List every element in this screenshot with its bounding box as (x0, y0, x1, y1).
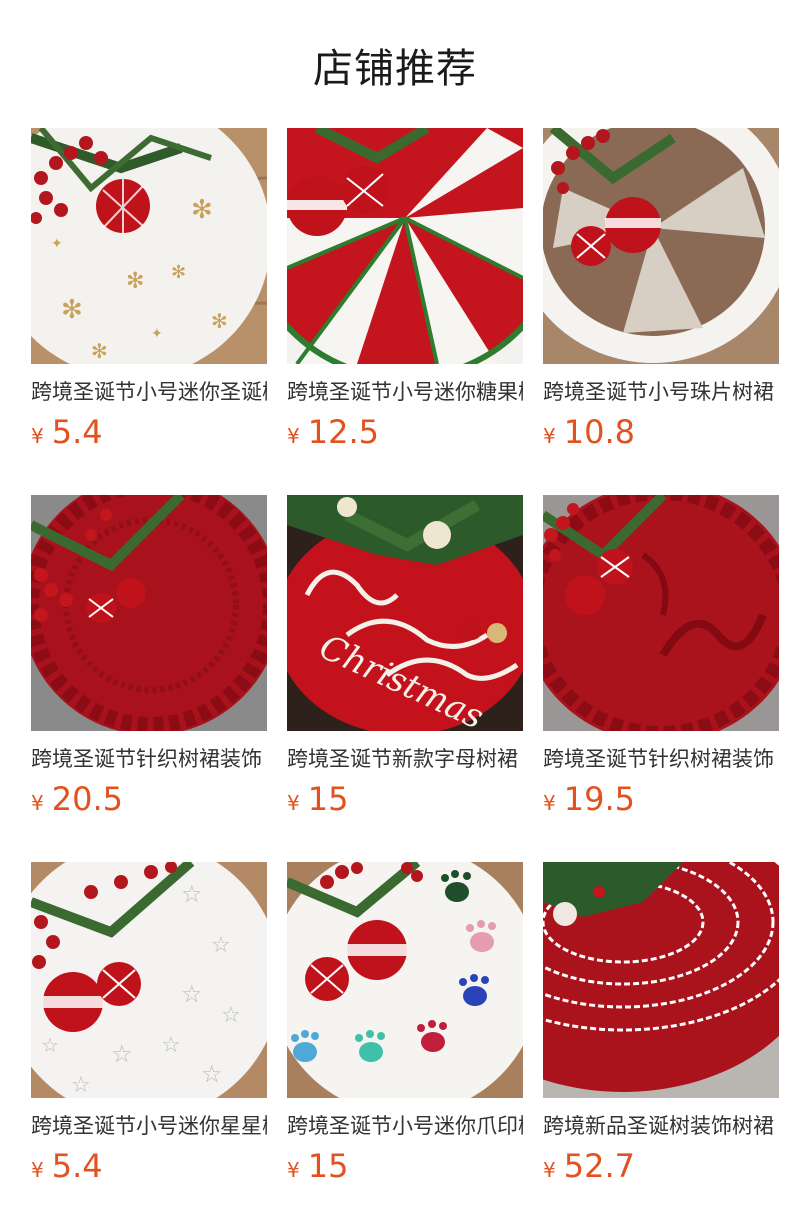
product-name[interactable]: 跨境圣诞节针织树裙装饰 (543, 745, 779, 773)
currency-symbol: ¥ (543, 424, 556, 448)
svg-text:☆: ☆ (71, 1073, 91, 1098)
currency-symbol: ¥ (287, 791, 300, 815)
price-amount: 5.4 (51, 413, 103, 451)
currency-symbol: ¥ (31, 791, 44, 815)
svg-text:☆: ☆ (111, 1040, 133, 1068)
svg-text:☆: ☆ (201, 1060, 223, 1088)
currency-symbol: ¥ (543, 791, 556, 815)
product-name[interactable]: 跨境新品圣诞树装饰树裙 (543, 1112, 779, 1140)
product-price: ¥15 (287, 779, 523, 825)
product-image[interactable]: ☆ ☆ ☆ ☆ ☆ ☆ ☆ ☆ ☆ (31, 862, 267, 1098)
currency-symbol: ¥ (287, 424, 300, 448)
product-price: ¥15 (287, 1146, 523, 1192)
price-amount: 19.5 (563, 780, 635, 818)
product-name[interactable]: 跨境圣诞节小号迷你爪印树裙 (287, 1112, 523, 1140)
svg-text:✻: ✻ (191, 195, 213, 225)
product-image[interactable]: Christmas (287, 495, 523, 731)
product-image[interactable] (287, 862, 523, 1098)
product-image[interactable] (31, 495, 267, 731)
price-amount: 12.5 (307, 413, 379, 451)
product-image[interactable]: ✻ ✻ ✻ ✻ ✻ ✻ ✦ ✦ (31, 128, 267, 364)
product-card[interactable]: 跨境圣诞节针织树裙装饰 ¥20.5 (31, 495, 267, 825)
product-price: ¥10.8 (543, 412, 779, 458)
product-image[interactable] (543, 128, 779, 364)
product-card[interactable]: 跨境新品圣诞树装饰树裙 ¥52.7 (543, 862, 779, 1192)
currency-symbol: ¥ (287, 1158, 300, 1182)
product-card[interactable]: ☆ ☆ ☆ ☆ ☆ ☆ ☆ ☆ ☆ 跨境圣诞节小号迷你星星树裙 ¥5.4 (31, 862, 267, 1192)
product-image[interactable] (543, 495, 779, 731)
product-card[interactable]: 跨境圣诞节小号迷你爪印树裙 ¥15 (287, 862, 523, 1192)
price-amount: 15 (307, 1147, 349, 1185)
product-name[interactable]: 跨境圣诞节小号迷你圣诞树裙 (31, 378, 267, 406)
product-name[interactable]: 跨境圣诞节小号迷你星星树裙 (31, 1112, 267, 1140)
svg-text:✻: ✻ (61, 295, 83, 325)
svg-text:☆: ☆ (181, 980, 203, 1008)
currency-symbol: ¥ (31, 1158, 44, 1182)
product-card[interactable]: Christmas 跨境圣诞节新款字母树裙 ¥15 (287, 495, 523, 825)
product-price: ¥20.5 (31, 779, 267, 825)
price-amount: 15 (307, 780, 349, 818)
product-card[interactable]: 跨境圣诞节小号珠片树裙 ¥10.8 (543, 128, 779, 458)
svg-text:✻: ✻ (126, 269, 144, 294)
svg-text:✻: ✻ (211, 309, 228, 333)
svg-text:☆: ☆ (221, 1003, 241, 1028)
product-image[interactable] (543, 862, 779, 1098)
svg-text:✦: ✦ (151, 326, 163, 342)
section-title: 店铺推荐 (313, 46, 477, 92)
svg-text:☆: ☆ (41, 1033, 59, 1057)
product-price: ¥12.5 (287, 412, 523, 458)
svg-text:☆: ☆ (211, 933, 231, 958)
product-card[interactable]: 跨境圣诞节小号迷你糖果树裙 ¥12.5 (287, 128, 523, 458)
svg-text:☆: ☆ (161, 1033, 181, 1058)
product-price: ¥5.4 (31, 1146, 267, 1192)
price-amount: 52.7 (563, 1147, 635, 1185)
price-amount: 20.5 (51, 780, 123, 818)
price-amount: 5.4 (51, 1147, 103, 1185)
svg-text:✻: ✻ (171, 262, 186, 283)
product-name[interactable]: 跨境圣诞节新款字母树裙 (287, 745, 523, 773)
product-image[interactable] (287, 128, 523, 364)
product-price: ¥5.4 (31, 412, 267, 458)
currency-symbol: ¥ (31, 424, 44, 448)
product-card[interactable]: 跨境圣诞节针织树裙装饰 ¥19.5 (543, 495, 779, 825)
product-name[interactable]: 跨境圣诞节小号珠片树裙 (543, 378, 779, 406)
currency-symbol: ¥ (543, 1158, 556, 1182)
product-card[interactable]: ✻ ✻ ✻ ✻ ✻ ✻ ✦ ✦ 跨境圣诞节小号迷你圣诞树裙 ¥5.4 (31, 128, 267, 458)
price-amount: 10.8 (563, 413, 635, 451)
svg-text:✦: ✦ (51, 236, 63, 252)
svg-text:☆: ☆ (181, 880, 203, 908)
svg-text:✻: ✻ (91, 339, 108, 363)
product-name[interactable]: 跨境圣诞节针织树裙装饰 (31, 745, 267, 773)
product-name[interactable]: 跨境圣诞节小号迷你糖果树裙 (287, 378, 523, 406)
product-price: ¥52.7 (543, 1146, 779, 1192)
product-price: ¥19.5 (543, 779, 779, 825)
